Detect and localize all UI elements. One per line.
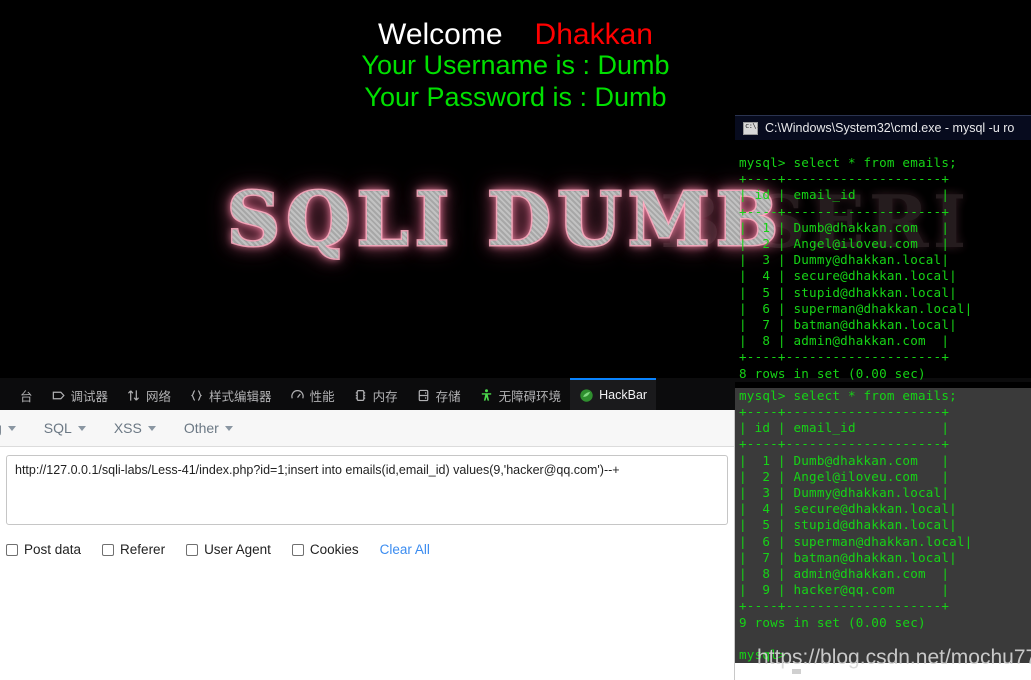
style-editor-icon xyxy=(189,388,204,403)
chevron-down-icon xyxy=(7,425,16,431)
cmd-app-icon xyxy=(743,121,760,135)
chevron-down-icon xyxy=(147,425,156,431)
cmd-output-session-2: mysql> select * from emails; +----+-----… xyxy=(735,387,1031,664)
accessibility-icon xyxy=(479,388,494,403)
tab-style-editor[interactable]: 样式编辑器 xyxy=(180,378,281,410)
checkbox-user-agent[interactable]: User Agent xyxy=(186,542,271,557)
tab-debugger-label: 调试器 xyxy=(70,389,109,404)
hackbar-menu-sql-label: SQL xyxy=(43,420,72,436)
username-line: Your Username is : Dumb xyxy=(361,50,670,80)
hackbar-menu-xss-label: XSS xyxy=(113,420,142,436)
checkbox-user-agent-label: User Agent xyxy=(204,542,271,557)
checkbox-referer-label: Referer xyxy=(120,542,166,557)
tab-performance[interactable]: 性能 xyxy=(281,378,344,410)
hackbar-menu-other[interactable]: Other xyxy=(170,420,247,436)
welcome-username: Dhakkan xyxy=(534,18,653,51)
hackbar-options-row: Post data Referer User Agent Cookies Cle… xyxy=(0,542,734,557)
chevron-down-icon xyxy=(224,425,233,431)
performance-icon xyxy=(290,388,305,403)
tab-debugger[interactable]: 调试器 xyxy=(42,378,118,410)
welcome-heading: Welcome Dhakkan xyxy=(0,18,1031,52)
tab-console-label: 台 xyxy=(20,389,33,404)
cmd-cursor xyxy=(792,669,801,674)
password-line: Your Password is : Dumb xyxy=(364,82,667,112)
tab-hackbar-label: HackBar xyxy=(599,388,648,402)
hackbar-menu-other-label: Other xyxy=(183,420,219,436)
checkbox-box[interactable] xyxy=(102,543,115,556)
console-icon xyxy=(0,388,15,403)
hackbar-url-value[interactable]: http://127.0.0.1/sqli-labs/Less-41/index… xyxy=(15,462,719,479)
hackbar-menubar: g SQL XSS Other xyxy=(0,410,734,447)
tab-memory-label: 内存 xyxy=(372,389,398,404)
tab-accessibility-label: 无障碍环境 xyxy=(498,389,562,404)
hackbar-icon xyxy=(579,388,594,403)
clear-all-link[interactable]: Clear All xyxy=(380,542,430,557)
tab-style-editor-label: 样式编辑器 xyxy=(209,389,272,404)
watermark: https://blog.csdn.net/mochu7777777 xyxy=(757,646,1031,669)
checkbox-box[interactable] xyxy=(6,543,18,556)
cmd-title-label: C:\Windows\System32\cmd.exe - mysql -u r… xyxy=(765,121,1015,135)
hackbar-menu-encoding[interactable]: g xyxy=(0,420,30,436)
tab-hackbar[interactable]: HackBar xyxy=(570,378,657,410)
debugger-icon xyxy=(51,388,66,403)
cmd-output-session-1: mysql> select * from emails; +----+-----… xyxy=(739,155,973,381)
checkbox-box[interactable] xyxy=(291,543,304,556)
hackbar-menu-sql[interactable]: SQL xyxy=(30,420,100,436)
tab-storage-label: 存储 xyxy=(435,389,461,404)
cmd-title-bar[interactable]: C:\Windows\System32\cmd.exe - mysql -u r… xyxy=(735,115,1031,140)
checkbox-cookies-label: Cookies xyxy=(309,542,359,557)
tab-network[interactable]: 网络 xyxy=(117,378,180,410)
hackbar-panel: g SQL XSS Other http://127.0.0.1/sqli-la… xyxy=(0,410,735,680)
cmd-window: C:\Windows\System32\cmd.exe - mysql -u r… xyxy=(735,115,1031,680)
tab-accessibility[interactable]: 无障碍环境 xyxy=(470,378,571,410)
welcome-label: Welcome xyxy=(378,18,503,51)
memory-icon xyxy=(353,388,368,403)
tab-console[interactable]: 台 xyxy=(0,378,42,410)
hackbar-menu-xss[interactable]: XSS xyxy=(100,420,170,436)
checkbox-cookies[interactable]: Cookies xyxy=(291,542,359,557)
checkbox-post-data[interactable]: Post data xyxy=(6,542,81,557)
hackbar-menu-encoding-label: g xyxy=(0,420,2,436)
tab-memory[interactable]: 内存 xyxy=(344,378,407,410)
checkbox-referer[interactable]: Referer xyxy=(102,542,165,557)
storage-icon xyxy=(416,388,431,403)
checkbox-box[interactable] xyxy=(186,543,199,556)
network-icon xyxy=(126,388,141,403)
tab-performance-label: 性能 xyxy=(309,389,335,404)
chevron-down-icon xyxy=(77,425,86,431)
hackbar-url-field[interactable]: http://127.0.0.1/sqli-labs/Less-41/index… xyxy=(6,455,728,525)
logo-text: SQLI DUMB xyxy=(227,168,784,272)
tab-network-label: 网络 xyxy=(146,389,172,404)
checkbox-post-data-label: Post data xyxy=(24,542,82,557)
tab-storage[interactable]: 存储 xyxy=(407,378,470,410)
